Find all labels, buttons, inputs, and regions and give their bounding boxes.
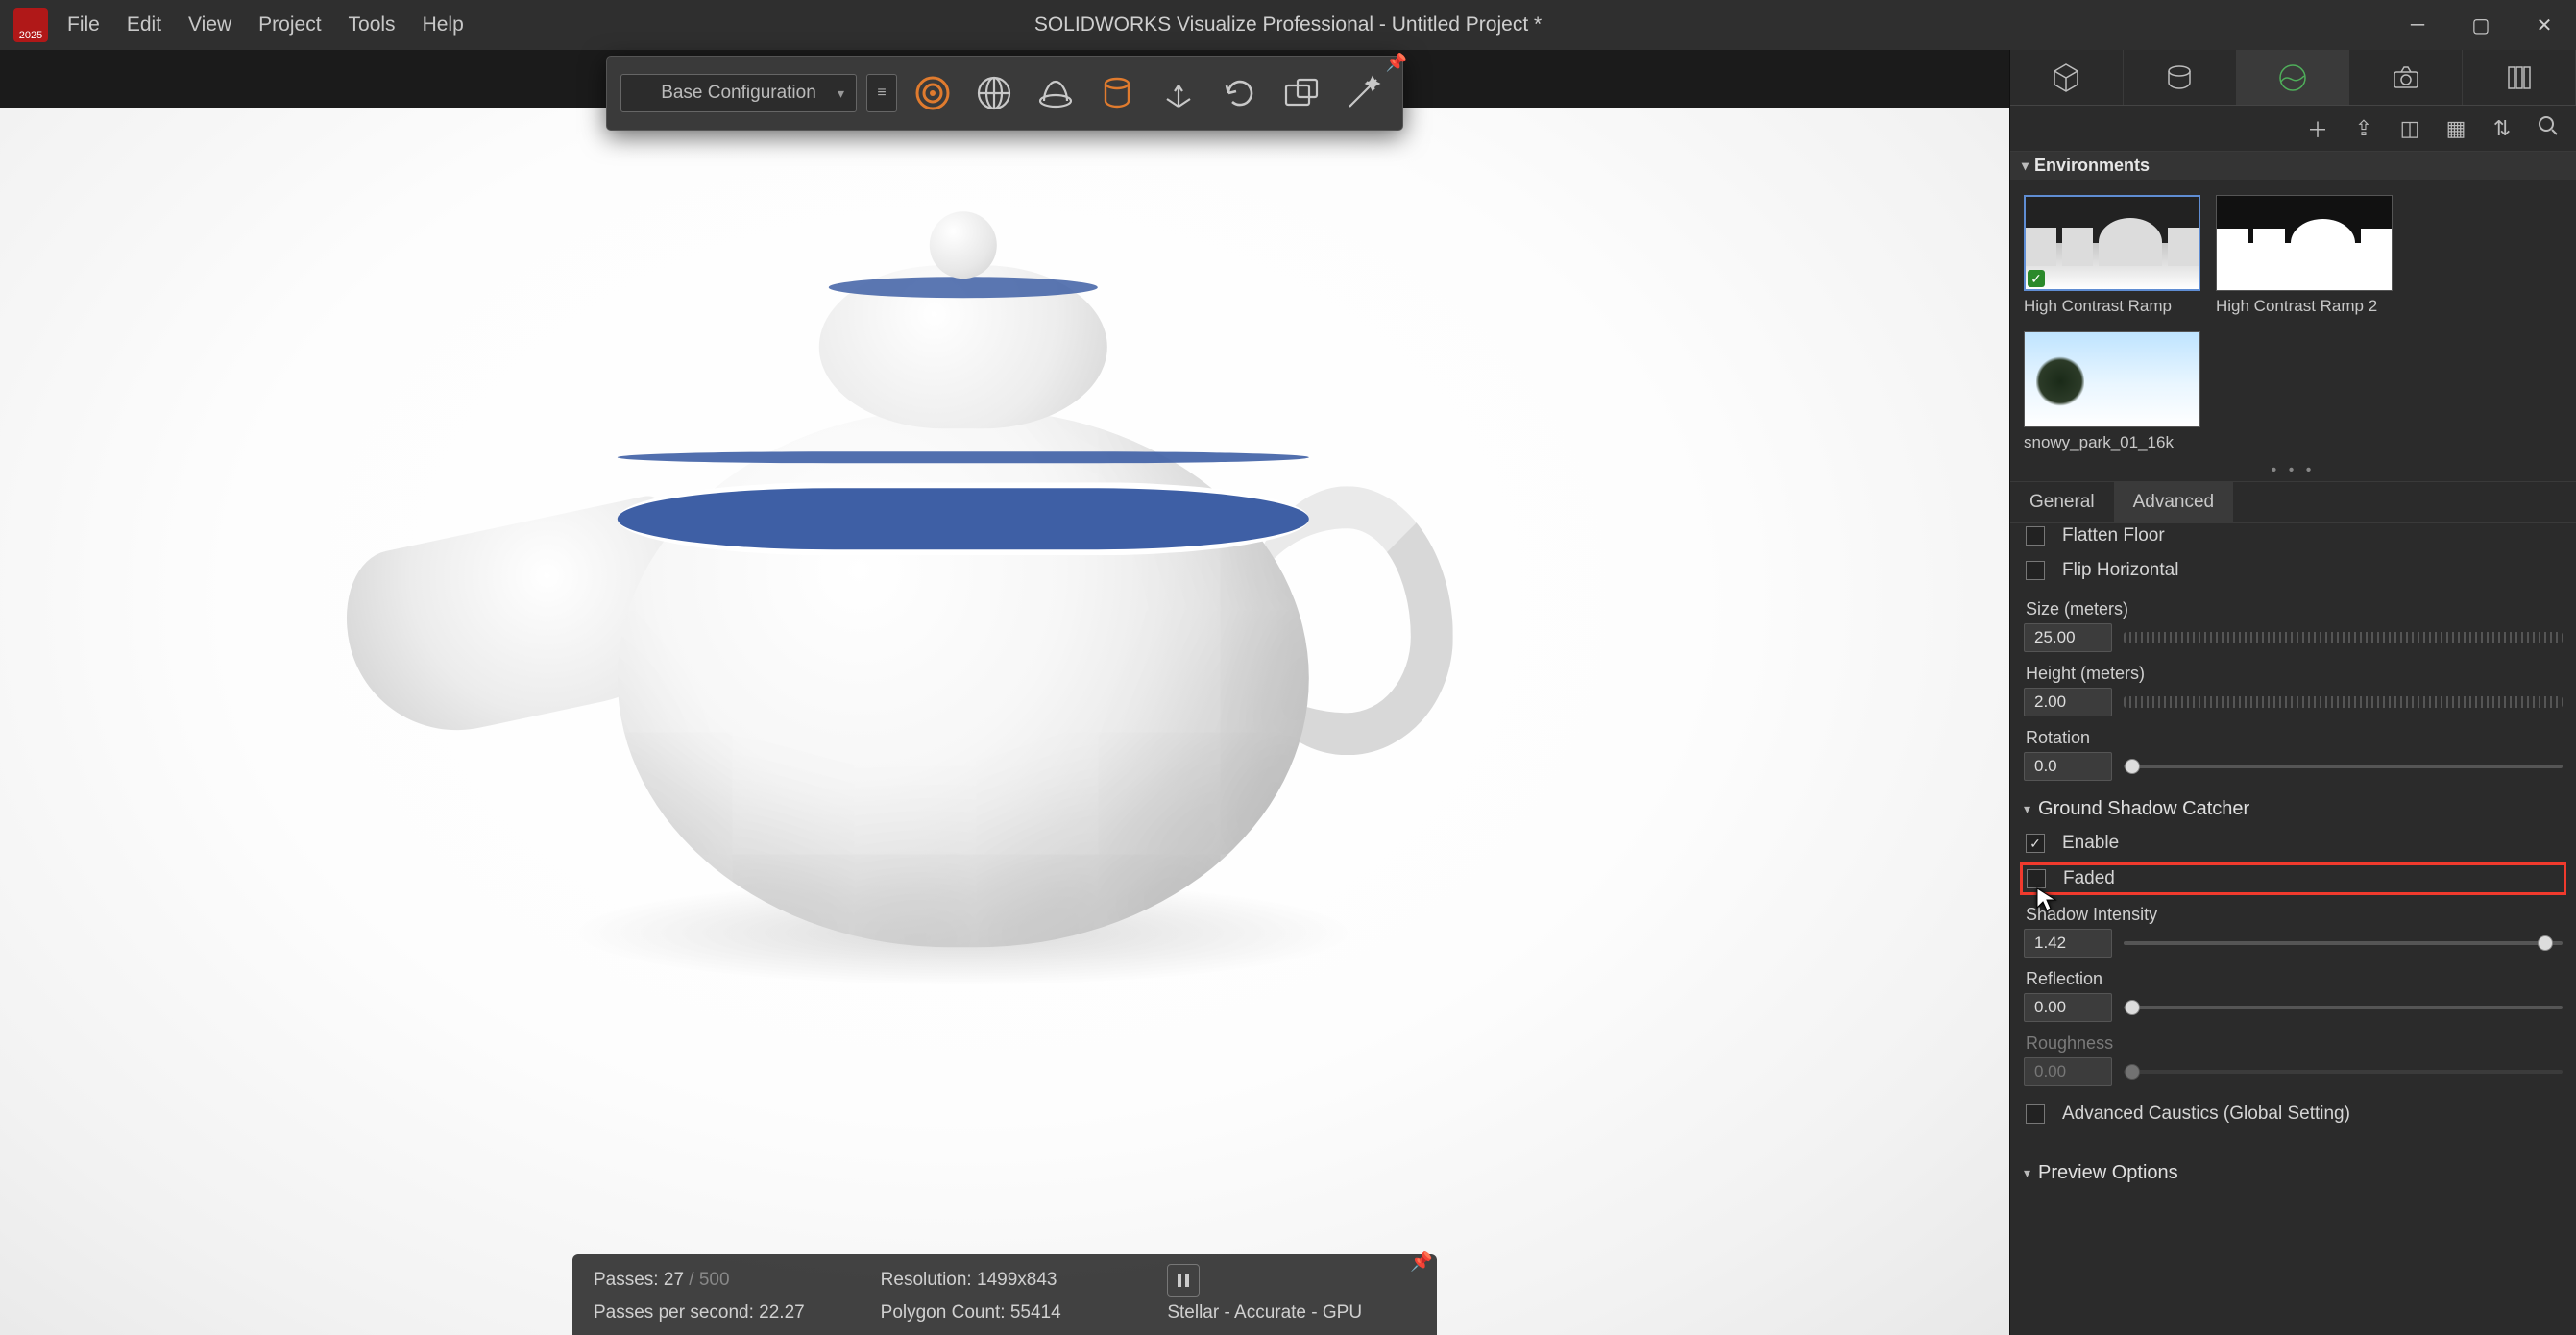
roughness-slider (2124, 1070, 2563, 1074)
renderer-label: Stellar - Accurate - GPU (1167, 1302, 1416, 1323)
resolution-stat: Resolution: 1499x843 (881, 1270, 1130, 1291)
split-view-button[interactable]: ◫ (2397, 116, 2422, 141)
subtab-general[interactable]: General (2010, 482, 2114, 522)
roughness-label: Roughness (2024, 1022, 2563, 1057)
globe-split-icon[interactable] (968, 67, 1020, 119)
toolbar-pin-icon[interactable]: 📌 (1385, 51, 1408, 74)
add-button[interactable]: ＋ (2305, 113, 2330, 144)
import-button[interactable]: ⇪ (2351, 116, 2376, 141)
menu-bar: File Edit View Project Tools Help (67, 13, 464, 36)
enable-ground-shadow-label: Enable (2062, 833, 2119, 854)
environment-item[interactable]: ✓ High Contrast Ramp (2024, 195, 2200, 316)
property-subtabs: General Advanced (2010, 481, 2576, 523)
mouse-cursor-icon (2034, 886, 2059, 911)
menu-edit[interactable]: Edit (127, 13, 161, 36)
shadow-intensity-label: Shadow Intensity (2024, 893, 2563, 929)
reflection-input[interactable]: 0.00 (2024, 993, 2112, 1022)
tab-models[interactable] (2010, 50, 2124, 105)
faded-option-highlight: Faded (2020, 862, 2566, 895)
height-scrubber[interactable] (2124, 696, 2563, 708)
maximize-button[interactable]: ▢ (2449, 0, 2513, 50)
size-scrubber[interactable] (2124, 632, 2563, 643)
tab-scenes[interactable] (2237, 50, 2350, 105)
reflection-slider[interactable] (2124, 1006, 2563, 1009)
window-title: SOLIDWORKS Visualize Professional - Unti… (1034, 13, 1542, 36)
environment-item[interactable]: High Contrast Ramp 2 (2216, 195, 2393, 316)
environment-label: High Contrast Ramp 2 (2216, 291, 2393, 316)
size-input[interactable]: 25.00 (2024, 623, 2112, 652)
title-bar: 2025 File Edit View Project Tools Help S… (0, 0, 2576, 50)
environment-label: High Contrast Ramp (2024, 291, 2200, 316)
subtab-advanced[interactable]: Advanced (2114, 482, 2234, 522)
reflection-label: Reflection (2024, 958, 2563, 993)
menu-view[interactable]: View (188, 13, 231, 36)
rotation-input[interactable]: 0.0 (2024, 752, 2112, 781)
polycount-stat: Polygon Count: 55414 (881, 1302, 1130, 1323)
environment-item[interactable]: snowy_park_01_16k (2024, 331, 2200, 452)
preview-options-header[interactable]: Preview Options (2024, 1145, 2563, 1190)
advanced-caustics-checkbox[interactable] (2026, 1104, 2045, 1124)
teapot-model (618, 409, 1309, 947)
tab-libraries[interactable] (2463, 50, 2576, 105)
search-button[interactable] (2536, 115, 2561, 142)
refresh-icon[interactable] (1214, 67, 1266, 119)
environment-label: snowy_park_01_16k (2024, 427, 2200, 452)
viewport: Base Configuration ≡ (0, 50, 2009, 1335)
close-button[interactable]: ✕ (2513, 0, 2576, 50)
shadow-intensity-input[interactable]: 1.42 (2024, 929, 2112, 958)
passes-stat: Passes: 27 / 500 (594, 1270, 842, 1291)
app-logo: 2025 (13, 8, 48, 42)
active-check-icon: ✓ (2028, 270, 2045, 287)
roughness-input: 0.00 (2024, 1057, 2112, 1086)
minimize-button[interactable]: ─ (2386, 0, 2449, 50)
size-label: Size (meters) (2024, 588, 2563, 623)
height-label: Height (meters) (2024, 652, 2563, 688)
rotation-slider[interactable] (2124, 765, 2563, 768)
viewport-toolbar: Base Configuration ≡ (606, 56, 1403, 131)
flip-horizontal-label: Flip Horizontal (2062, 560, 2178, 581)
rotation-label: Rotation (2024, 716, 2563, 752)
environments-grid: ✓ High Contrast Ramp High Contrast Ramp … (2010, 180, 2576, 462)
grid-view-button[interactable]: ▦ (2443, 116, 2468, 141)
flip-horizontal-checkbox[interactable] (2026, 561, 2045, 580)
menu-file[interactable]: File (67, 13, 100, 36)
enable-ground-shadow-checkbox[interactable] (2026, 834, 2045, 853)
menu-project[interactable]: Project (258, 13, 321, 36)
faded-label: Faded (2063, 868, 2115, 889)
pause-render-button[interactable] (1167, 1264, 1200, 1297)
tab-appearances[interactable] (2124, 50, 2237, 105)
wand-icon[interactable] (1337, 67, 1389, 119)
render-status-bar: 📌 Passes: 27 / 500 Resolution: 1499x843 … (572, 1254, 1437, 1335)
menu-tools[interactable]: Tools (349, 13, 396, 36)
flatten-floor-checkbox[interactable] (2026, 526, 2045, 546)
sort-button[interactable]: ⇅ (2490, 116, 2515, 141)
axis-icon[interactable] (1153, 67, 1204, 119)
panel-category-tabs (2010, 50, 2576, 106)
flatten-floor-label: Flatten Floor (2062, 525, 2165, 546)
turntable-icon[interactable] (1030, 67, 1081, 119)
main-layout: Base Configuration ≡ (0, 50, 2576, 1335)
right-panel: ＋ ⇪ ◫ ▦ ⇅ Environments ✓ High Contrast R… (2009, 50, 2576, 1335)
pps-stat: Passes per second: 22.27 (594, 1302, 842, 1323)
ground-shadow-header[interactable]: Ground Shadow Catcher (2024, 781, 2563, 826)
shadow-intensity-slider[interactable] (2124, 941, 2563, 945)
panel-resize-handle[interactable]: • • • (2010, 462, 2576, 481)
cylinder-icon[interactable] (1091, 67, 1143, 119)
render-target-icon[interactable] (907, 67, 959, 119)
height-input[interactable]: 2.00 (2024, 688, 2112, 716)
panel-toolbar: ＋ ⇪ ◫ ▦ ⇅ (2010, 106, 2576, 152)
advanced-caustics-label: Advanced Caustics (Global Setting) (2062, 1104, 2350, 1125)
menu-help[interactable]: Help (423, 13, 464, 36)
status-pin-icon[interactable]: 📌 (1410, 1250, 1433, 1274)
window-controls: ─ ▢ ✕ (2386, 0, 2576, 50)
environments-section-header[interactable]: Environments (2010, 152, 2576, 180)
tab-cameras[interactable] (2349, 50, 2463, 105)
configuration-list-button[interactable]: ≡ (866, 74, 897, 112)
faded-checkbox[interactable] (2027, 869, 2046, 888)
render-canvas[interactable] (0, 108, 2009, 1335)
properties-panel: Flatten Floor Flip Horizontal Size (mete… (2010, 523, 2576, 1335)
configuration-dropdown[interactable]: Base Configuration (620, 74, 857, 112)
snapshot-icon[interactable] (1276, 67, 1327, 119)
